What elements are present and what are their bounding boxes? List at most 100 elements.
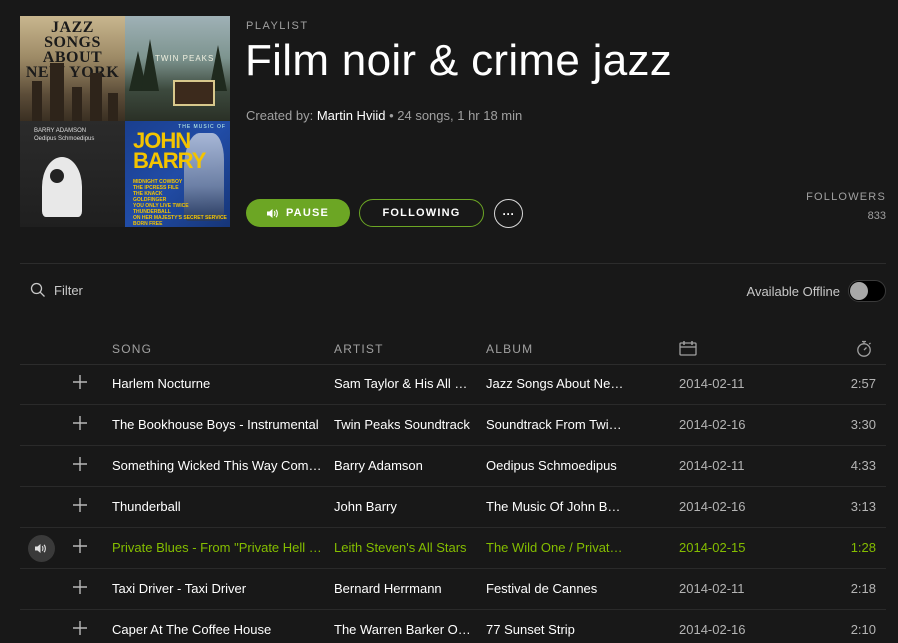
speaker-icon <box>35 544 46 553</box>
track-date-added: 2014-02-16 <box>679 499 746 514</box>
cover-figure-detail <box>50 169 64 183</box>
track-artist-link[interactable]: Leith Steven's All Stars <box>334 540 474 555</box>
calendar-icon <box>679 341 697 356</box>
track-duration: 1:28 <box>850 540 876 555</box>
track-duration: 3:13 <box>850 499 876 514</box>
now-playing-button[interactable] <box>28 535 55 562</box>
track-album-link[interactable]: Festival de Cannes <box>486 581 624 596</box>
track-artist-link[interactable]: John Barry <box>334 499 474 514</box>
track-song: Thunderball <box>112 499 181 514</box>
track-artist-link[interactable]: Barry Adamson <box>334 458 474 473</box>
cover-track: BORN FREE <box>133 221 163 227</box>
track-album-link[interactable]: 77 Sunset Strip <box>486 622 624 637</box>
column-header-date[interactable] <box>679 340 697 359</box>
cover-tile-john-barry: THE MUSIC OF JOHN BARRY MIDNIGHT COWBOY … <box>125 121 230 227</box>
toggle-knob <box>850 282 868 300</box>
track-artist-link[interactable]: Twin Peaks Soundtrack <box>334 417 474 432</box>
column-header-duration[interactable] <box>856 340 872 361</box>
plus-icon <box>73 498 87 512</box>
track-album-link[interactable]: Soundtrack From Twin Peaks <box>486 417 624 432</box>
plus-icon <box>73 539 87 553</box>
track-duration: 2:18 <box>850 581 876 596</box>
playlist-owner-link[interactable]: Martin Hviid <box>317 108 386 123</box>
more-options-button[interactable]: ··· <box>494 199 523 228</box>
created-by-label: Created by: <box>246 108 314 123</box>
track-artist-link[interactable]: The Warren Barker Orchestra <box>334 622 474 637</box>
track-duration: 3:30 <box>850 417 876 432</box>
cover-building <box>50 63 64 121</box>
column-header-album[interactable]: ALBUM <box>486 342 533 356</box>
add-to-library-button[interactable] <box>72 455 88 476</box>
filter-placeholder: Filter <box>54 282 83 298</box>
column-header-song[interactable]: SONG <box>112 342 152 356</box>
pause-button-label: PAUSE <box>285 207 330 219</box>
track-song: The Bookhouse Boys - Instrumental <box>112 417 319 432</box>
track-row[interactable]: Something Wicked This Way Comes Barry Ada… <box>0 446 898 487</box>
add-to-library-button[interactable] <box>72 537 88 558</box>
track-artist-link[interactable]: Bernard Herrmann <box>334 581 474 596</box>
add-to-library-button[interactable] <box>72 619 88 640</box>
cover-tile-1-title: JAZZ SONGS ABOUT NEW YORK <box>25 19 120 81</box>
track-artist-link[interactable]: Sam Taylor & His All Stars <box>334 376 474 391</box>
track-song: Taxi Driver - Taxi Driver <box>112 581 247 596</box>
playlist-type-label: PLAYLIST <box>246 20 309 32</box>
playlist-cover-mosaic[interactable]: JAZZ SONGS ABOUT NEW YORK TWIN PEAKS BAR… <box>20 16 230 227</box>
plus-icon <box>73 457 87 471</box>
track-date-added: 2014-02-16 <box>679 417 746 432</box>
track-row[interactable]: The Bookhouse Boys - Instrumental Twin Pe… <box>0 405 898 446</box>
cover-tile-4-tracklist: MIDNIGHT COWBOY THE IPCRESS FILE THE KNA… <box>133 179 227 227</box>
plus-icon <box>73 416 87 430</box>
track-row[interactable]: Harlem Nocturne Sam Taylor & His All Star… <box>0 364 898 405</box>
filter-input[interactable]: Filter <box>30 282 83 298</box>
track-album-link[interactable]: The Wild One / Private Hell 36 <box>486 540 624 555</box>
cover-tile-2-title: TWIN PEAKS <box>155 54 215 63</box>
track-album-link[interactable]: Jazz Songs About New York <box>486 376 624 391</box>
cover-tile-4-name: JOHN BARRY <box>133 128 206 173</box>
track-song: Private Blues - From "Private Hell 36" <box>112 540 322 555</box>
tracklist-header: SONG ARTIST ALBUM <box>0 338 898 364</box>
add-to-library-button[interactable] <box>72 578 88 599</box>
cover-figure <box>42 157 82 217</box>
cover-building <box>90 73 102 121</box>
track-date-added: 2014-02-15 <box>679 540 746 555</box>
playlist-stats: • 24 songs, 1 hr 18 min <box>389 108 523 123</box>
cover-tile-3-album: Oedipus Schmoedipus <box>34 136 95 142</box>
ellipsis-icon: ··· <box>502 206 515 221</box>
track-date-added: 2014-02-11 <box>679 376 745 391</box>
pause-button[interactable]: PAUSE <box>246 199 350 227</box>
available-offline-toggle[interactable] <box>848 280 886 302</box>
track-row[interactable]: Thunderball John Barry The Music Of John B… <box>0 487 898 528</box>
playlist-meta: Created by: Martin Hviid • 24 songs, 1 h… <box>246 108 522 123</box>
track-date-added: 2014-02-11 <box>679 458 745 473</box>
cover-tile-barry-adamson: BARRY ADAMSON Oedipus Schmoedipus <box>20 121 125 227</box>
track-song: Harlem Nocturne <box>112 376 211 391</box>
followers-count: 833 <box>867 210 886 222</box>
track-album-link[interactable]: The Music Of John Barry <box>486 499 624 514</box>
plus-icon <box>73 621 87 635</box>
add-to-library-button[interactable] <box>72 414 88 435</box>
track-date-added: 2014-02-11 <box>679 581 745 596</box>
playlist-header: JAZZ SONGS ABOUT NEW YORK TWIN PEAKS BAR… <box>0 0 898 240</box>
cover-tile-3-artist: BARRY ADAMSON <box>34 128 87 134</box>
stopwatch-icon <box>857 340 871 357</box>
track-album-link[interactable]: Oedipus Schmoedipus <box>486 458 624 473</box>
track-row[interactable]: Taxi Driver - Taxi Driver Bernard Herrman… <box>0 569 898 610</box>
add-to-library-button[interactable] <box>72 373 88 394</box>
cover-sign <box>173 80 215 106</box>
cover-building <box>32 81 42 121</box>
search-icon <box>30 282 45 297</box>
add-to-library-button[interactable] <box>72 496 88 517</box>
following-button-label: FOLLOWING <box>382 207 461 219</box>
track-row[interactable]: Private Blues - From "Private Hell 36" Le… <box>0 528 898 569</box>
available-offline-control: Available Offline <box>747 280 886 302</box>
playlist-title: Film noir & crime jazz <box>245 36 673 85</box>
column-header-artist[interactable]: ARTIST <box>334 342 384 356</box>
cover-tile-jazz-songs-new-york: JAZZ SONGS ABOUT NEW YORK <box>20 16 125 121</box>
track-duration: 4:33 <box>850 458 876 473</box>
track-song: Caper At The Coffee House <box>112 622 272 637</box>
following-button[interactable]: FOLLOWING <box>359 199 484 227</box>
plus-icon <box>73 580 87 594</box>
track-date-added: 2014-02-16 <box>679 622 746 637</box>
available-offline-label: Available Offline <box>746 283 840 299</box>
track-row[interactable]: Caper At The Coffee House The Warren Bark… <box>0 610 898 643</box>
